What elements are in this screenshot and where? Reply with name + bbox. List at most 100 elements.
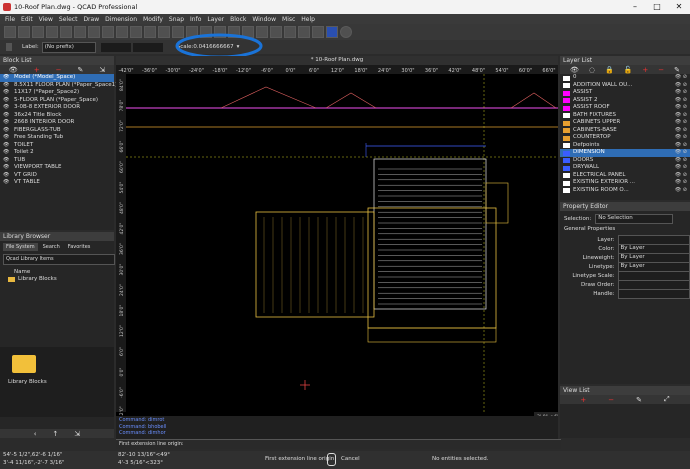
drawing-canvas[interactable]: -42'0" -36'0" -30'0" -24'0" -18'0" -12'0" -6'0… bbox=[116, 65, 558, 440]
eye-icon[interactable]: 👁 bbox=[3, 142, 9, 150]
menu-snap[interactable]: Snap bbox=[169, 16, 184, 23]
layer-list-item[interactable]: DOORS 👁 ⊘ bbox=[560, 157, 690, 165]
layer-list-item[interactable]: CABINETS-BASE 👁 ⊘ bbox=[560, 127, 690, 135]
eye-icon[interactable]: 👁 bbox=[3, 97, 9, 105]
eye-icon[interactable]: 👁 ⊘ bbox=[675, 89, 687, 97]
eye-icon[interactable]: 👁 ⊘ bbox=[675, 127, 687, 135]
eye-icon[interactable]: 👁 ⊘ bbox=[675, 74, 687, 82]
menu-file[interactable]: File bbox=[5, 16, 15, 23]
eye-icon[interactable]: 👁 bbox=[3, 179, 9, 187]
add-layer-icon[interactable]: + bbox=[642, 66, 648, 74]
property-value[interactable] bbox=[617, 288, 690, 299]
undo-icon[interactable] bbox=[88, 26, 100, 38]
show-all-icon[interactable]: 👁 bbox=[9, 66, 18, 74]
block-list-item[interactable]: 👁 8.5X11 FLOOR PLAN (*Paper_Space1) bbox=[0, 82, 117, 90]
library-source-select[interactable]: Qcad Library Items bbox=[3, 254, 115, 265]
block-list-item[interactable]: 👁 5-FLOOR PLAN (*Paper_Space) bbox=[0, 97, 114, 105]
eye-icon[interactable]: 👁 bbox=[3, 157, 9, 165]
block-list-item[interactable]: 👁 3-0B-8 EXTERIOR DOOR bbox=[0, 104, 114, 112]
paste-icon[interactable] bbox=[144, 26, 156, 38]
eye-icon[interactable]: 👁 bbox=[3, 172, 9, 180]
eye-icon[interactable]: 👁 bbox=[3, 134, 9, 142]
block-list-item[interactable]: 👁 Toilet 2 bbox=[0, 149, 114, 157]
cmdline-icon[interactable] bbox=[270, 26, 282, 38]
measure-icon[interactable] bbox=[312, 26, 324, 38]
save-icon[interactable] bbox=[32, 26, 44, 38]
new-file-icon[interactable] bbox=[4, 26, 16, 38]
edit-icon[interactable]: ✎ bbox=[77, 66, 83, 74]
eye-icon[interactable]: 👁 ⊘ bbox=[675, 187, 687, 195]
eye-icon[interactable]: 👁 bbox=[3, 74, 9, 82]
eye-icon[interactable]: 👁 ⊘ bbox=[675, 164, 687, 172]
eye-icon[interactable]: 👁 bbox=[3, 149, 9, 157]
menu-layer[interactable]: Layer bbox=[207, 16, 224, 23]
eye-icon[interactable]: 👁 ⊘ bbox=[675, 112, 687, 120]
eye-icon[interactable]: 👁 bbox=[3, 82, 9, 90]
command-input[interactable]: First extension line origin: bbox=[116, 439, 561, 449]
minimize-icon[interactable]: – bbox=[624, 0, 646, 14]
menu-info[interactable]: Info bbox=[190, 16, 201, 23]
layer-list-item[interactable]: CABINETS UPPER 👁 ⊘ bbox=[560, 119, 690, 127]
print-preview-icon[interactable] bbox=[74, 26, 86, 38]
menu-misc[interactable]: Misc bbox=[282, 16, 295, 23]
suffix-input[interactable] bbox=[132, 42, 163, 52]
eye-icon[interactable]: 👁 bbox=[3, 104, 9, 112]
menu-window[interactable]: Window bbox=[252, 16, 276, 23]
layer-list-item[interactable]: ELECTRICAL PANEL 👁 ⊘ bbox=[560, 172, 690, 180]
tab-search[interactable]: Search bbox=[40, 243, 63, 251]
edit-layer-icon[interactable]: ✎ bbox=[674, 66, 680, 74]
block-list-item[interactable]: 👁 VT GRID bbox=[0, 172, 114, 180]
library-tree-item[interactable]: Library Blocks bbox=[0, 276, 114, 282]
layer-list-item[interactable]: COUNTERTOP 👁 ⊘ bbox=[560, 134, 690, 142]
selection-select[interactable]: No Selection bbox=[595, 213, 674, 224]
block-list-item[interactable]: 👁 VT TABLE bbox=[0, 179, 114, 187]
layer-list-item[interactable]: ADDITION WALL OU... 👁 ⊘ bbox=[560, 82, 690, 90]
layer-list-item[interactable]: ASSIST 2 👁 ⊘ bbox=[560, 97, 690, 105]
eye-icon[interactable]: 👁 ⊘ bbox=[675, 134, 687, 142]
eye-icon[interactable]: 👁 ⊘ bbox=[675, 119, 687, 127]
insert-icon[interactable]: ⇲ bbox=[74, 430, 80, 438]
document-tab[interactable]: * 10-Roof Plan.dwg bbox=[116, 56, 558, 65]
menu-block[interactable]: Block bbox=[230, 16, 246, 23]
eye-icon[interactable]: 👁 bbox=[3, 112, 9, 120]
maximize-icon[interactable]: □ bbox=[646, 0, 668, 14]
menu-dimension[interactable]: Dimension bbox=[105, 16, 137, 23]
block-list-item[interactable]: 👁 Free Standing Tub bbox=[0, 134, 114, 142]
redo-icon[interactable] bbox=[102, 26, 114, 38]
remove-view-icon[interactable]: − bbox=[608, 396, 614, 404]
block-list-item[interactable]: 👁 FIBERGLASS-TUB bbox=[0, 127, 114, 135]
back-icon[interactable]: ‹ bbox=[34, 430, 37, 438]
layer-list-item[interactable]: 0 👁 ⊘ bbox=[560, 74, 690, 82]
layer-list-item[interactable]: Defpoints 👁 ⊘ bbox=[560, 142, 690, 150]
block-list-item[interactable]: 👁 TOILET bbox=[0, 142, 114, 150]
tab-favorites[interactable]: Favorites bbox=[65, 243, 94, 251]
block-list-item[interactable]: 👁 TUB bbox=[0, 157, 114, 165]
hide-all-icon[interactable]: ◌ bbox=[589, 66, 595, 74]
up-icon[interactable]: ↑ bbox=[53, 430, 59, 438]
eye-icon[interactable]: 👁 bbox=[3, 89, 9, 97]
label-prefix-select[interactable]: (No prefix) bbox=[41, 41, 96, 53]
menu-edit[interactable]: Edit bbox=[21, 16, 33, 23]
unlock-icon[interactable]: 🔓 bbox=[624, 66, 633, 74]
block-list-item[interactable]: 👁 Model (*Model_Space) bbox=[0, 74, 114, 82]
layer-list-item[interactable]: EXISTING ROOM O... 👁 ⊘ bbox=[560, 187, 690, 195]
block-list-item[interactable]: 👁 11X17 (*Paper_Space2) bbox=[0, 89, 114, 97]
prefix-input[interactable] bbox=[100, 42, 131, 52]
snap-icon[interactable] bbox=[284, 26, 296, 38]
tab-file-system[interactable]: File System bbox=[3, 243, 38, 251]
remove-icon[interactable]: − bbox=[56, 66, 62, 74]
menu-modify[interactable]: Modify bbox=[143, 16, 163, 23]
eye-icon[interactable]: 👁 ⊘ bbox=[675, 104, 687, 112]
open-file-icon[interactable] bbox=[18, 26, 30, 38]
eye-icon[interactable]: 👁 ⊘ bbox=[675, 97, 687, 105]
layer-list-item[interactable]: BATH FIXTURES 👁 ⊘ bbox=[560, 112, 690, 120]
block-list-item[interactable]: 👁 2668 INTERIOR DOOR bbox=[0, 119, 114, 127]
close-icon[interactable]: ✕ bbox=[668, 0, 690, 14]
menu-help[interactable]: Help bbox=[301, 16, 315, 23]
eye-icon[interactable]: 👁 ⊘ bbox=[675, 149, 687, 157]
layer-list-item[interactable]: DIMENSION 👁 ⊘ bbox=[560, 149, 690, 157]
layer-list-item[interactable]: EXISTING EXTERIOR ... 👁 ⊘ bbox=[560, 179, 690, 187]
block-list-item[interactable]: 👁 VIEWPORT TABLE bbox=[0, 164, 114, 172]
menu-view[interactable]: View bbox=[39, 16, 53, 23]
eye-icon[interactable]: 👁 bbox=[3, 119, 9, 127]
